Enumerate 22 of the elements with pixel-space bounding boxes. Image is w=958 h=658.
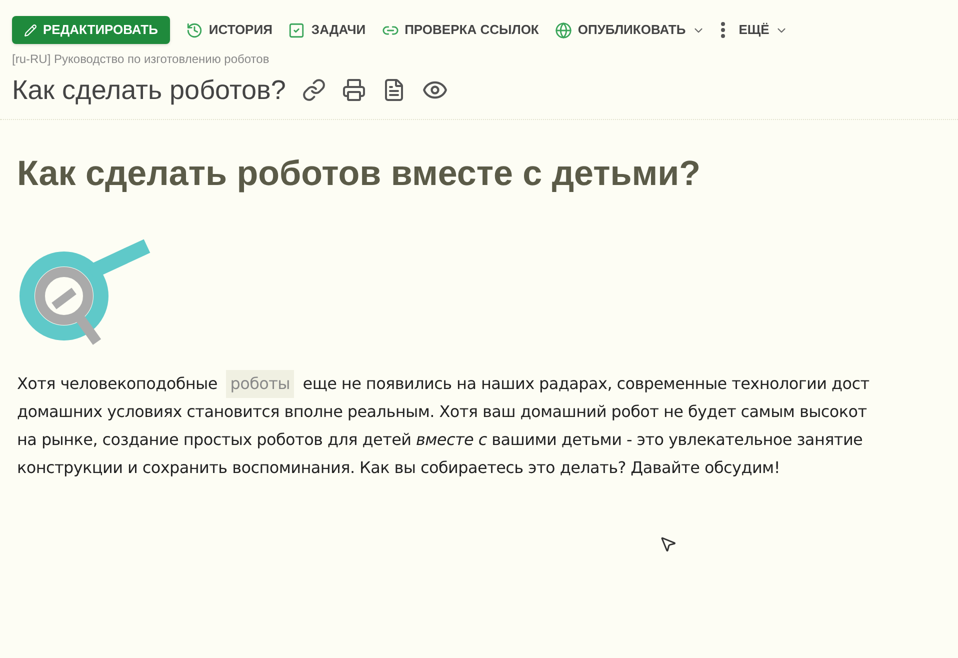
pencil-icon [24, 24, 37, 36]
toolbar-button[interactable]: ЕЩЁ [720, 16, 788, 44]
paragraph-line: конструкции и сохранить воспоминания. Как вы собираетесь это делать? Давайте обсудим! [17, 457, 780, 479]
article-heading: Как сделать роботов вместе с детьми? [17, 152, 702, 194]
checkbox-icon [288, 22, 306, 38]
toolbar-button[interactable]: ОПУБЛИКОВАТЬ [554, 16, 705, 44]
toolbar-button[interactable]: ИСТОРИЯ [186, 16, 272, 44]
paragraph-line: домашних условиях становится вполне реальным. Хотя ваш домашний робот не будет самым высокот [17, 401, 867, 423]
toolbar-button[interactable]: ПРОВЕРКА ССЫЛОК [382, 16, 539, 44]
history-icon [186, 22, 203, 38]
toolbar-button[interactable]: ЗАДАЧИ [288, 16, 366, 44]
edit-button[interactable]: РЕДАКТИРОВАТЬ [12, 16, 170, 44]
paragraph-line: на рынке, создание простых роботов для детей вместе с вашими детьми - это увлекательное занятие [17, 429, 863, 451]
page-title: Как сделать роботов? [12, 74, 286, 107]
cursor-icon [659, 535, 677, 553]
paragraph-line: еще не появились на наших радарах, современные технологии дост [302, 373, 870, 395]
print-icon[interactable] [342, 78, 366, 102]
more-icon [720, 22, 725, 38]
breadcrumb: [ru-RU] Руководство по изготовлению роботов [12, 51, 270, 68]
globe-icon [554, 22, 572, 38]
paragraph-line: Хотя человекоподобные [17, 373, 218, 395]
link-icon[interactable] [302, 78, 326, 102]
